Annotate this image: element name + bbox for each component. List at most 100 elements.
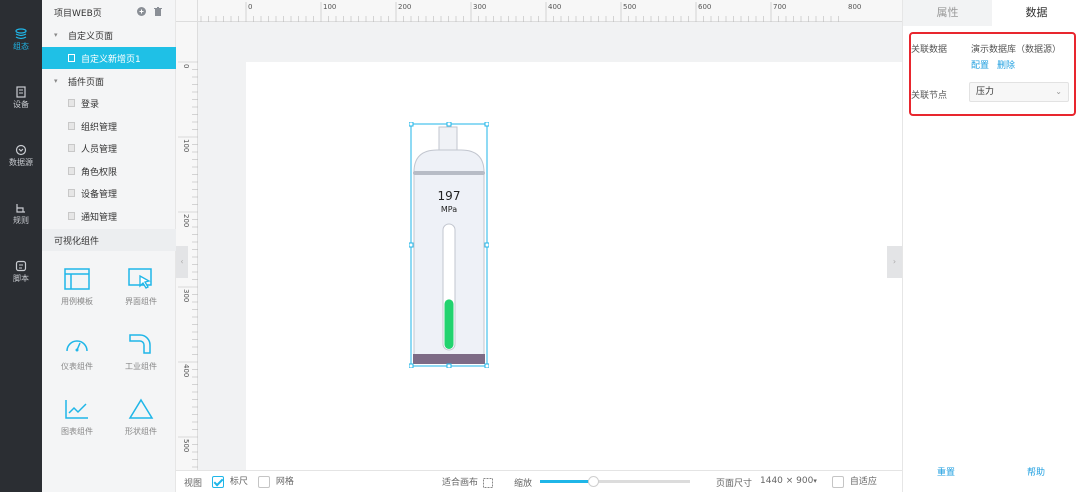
reset-button[interactable]: 重置 xyxy=(937,465,955,478)
group-label: 自定义页面 xyxy=(68,31,114,42)
nav-item-rule[interactable]: 规则 xyxy=(0,202,42,246)
ruler-tick-label: 100 xyxy=(323,3,336,11)
tree-item-org[interactable]: 组织管理 xyxy=(42,115,176,137)
tree-item-custom-page-1[interactable]: 自定义新增页1 xyxy=(42,47,176,69)
zoom-slider-fill xyxy=(540,480,593,483)
script-icon xyxy=(15,260,27,272)
page-icon xyxy=(68,189,75,197)
fit-screen-icon xyxy=(482,477,493,488)
component-chart[interactable]: 图表组件 xyxy=(50,398,104,458)
component-gauge[interactable]: 仪表组件 xyxy=(50,333,104,393)
design-canvas[interactable]: 197 MPa xyxy=(246,62,902,470)
related-node-select[interactable]: 压力 ⌄ xyxy=(969,82,1069,102)
tree-group-custom[interactable]: ▾ 自定义页面 xyxy=(42,24,176,46)
nav-item-configuration[interactable]: 组态 xyxy=(0,28,42,72)
ruler-tick-label: 100 xyxy=(182,139,190,152)
tank-base xyxy=(413,354,485,364)
nav-label: 规则 xyxy=(13,216,29,225)
nav-item-script[interactable]: 脚本 xyxy=(0,260,42,304)
nav-item-datasource[interactable]: 数据源 xyxy=(0,144,42,188)
ruler-toggle[interactable]: 标尺 xyxy=(212,474,248,488)
component-template[interactable]: 用例模板 xyxy=(50,268,104,328)
ruler-tick-label: 0 xyxy=(182,64,190,68)
page-icon xyxy=(68,99,75,107)
level-fill xyxy=(444,299,454,349)
tree-group-plugin[interactable]: ▾ 插件页面 xyxy=(42,70,176,92)
pressure-tank-widget[interactable]: 197 MPa xyxy=(409,122,489,368)
ruler-tick-label: 400 xyxy=(182,364,190,377)
nav-label: 脚本 xyxy=(13,274,29,283)
related-data-label: 关联数据 xyxy=(911,45,948,55)
caret-down-icon: ▾ xyxy=(54,31,58,39)
help-button[interactable]: 帮助 xyxy=(1027,465,1045,478)
nav-label: 组态 xyxy=(13,42,29,51)
rule-icon xyxy=(16,204,25,213)
caret-down-icon: ▾ xyxy=(54,77,58,85)
line-chart-icon xyxy=(65,400,88,419)
page-size-label: 页面尺寸 xyxy=(716,479,753,489)
page-icon xyxy=(68,122,75,130)
component-industrial[interactable]: 工业组件 xyxy=(114,333,168,393)
zoom-slider-knob[interactable] xyxy=(587,476,599,487)
component-ui[interactable]: 界面组件 xyxy=(114,268,168,328)
fit-label: 适合画布 xyxy=(442,478,479,488)
ruler-corner xyxy=(176,0,198,22)
component-shape[interactable]: 形状组件 xyxy=(114,398,168,458)
triangle-icon xyxy=(128,398,154,419)
project-title: 项目WEB页 xyxy=(54,8,102,19)
ruler-tick-label: 800 xyxy=(848,3,861,11)
gauge-value: 197 xyxy=(438,189,461,203)
ruler-checkbox[interactable] xyxy=(212,475,224,488)
collapse-right-button[interactable]: › xyxy=(887,246,902,278)
ruler-tick-label: 200 xyxy=(398,3,411,11)
tab-properties[interactable]: 属性 xyxy=(903,0,992,26)
tree-item-label: 自定义新增页1 xyxy=(81,54,141,65)
main-nav: 组态 设备 数据源 规则 脚本 xyxy=(0,0,42,492)
related-data-value: 演示数据库（数据源） xyxy=(971,45,1062,55)
config-link[interactable]: 配置 xyxy=(971,58,989,71)
page-size-select[interactable]: 1440 × 900▾ xyxy=(760,476,817,486)
trash-icon[interactable] xyxy=(154,7,162,16)
nav-item-device[interactable]: 设备 xyxy=(0,86,42,130)
ruler-label: 标尺 xyxy=(229,477,248,487)
related-node-label: 关联节点 xyxy=(911,91,948,101)
chevron-down-icon: ⌄ xyxy=(1055,87,1062,96)
ruler-tick-label: 400 xyxy=(548,3,561,11)
components-section-title: 可视化组件 xyxy=(42,229,176,251)
ruler-tick-label: 500 xyxy=(182,439,190,452)
pipe-icon xyxy=(129,334,151,354)
app-root: 组态 设备 数据源 规则 脚本 项目WEB页 ▾ 自定义页面 自定义新增页1 ▾… xyxy=(0,0,1081,492)
add-icon[interactable] xyxy=(137,7,146,16)
fit-canvas-button[interactable]: 适合画布 xyxy=(442,475,493,488)
datasource-icon xyxy=(15,144,27,156)
gauge-unit: MPa xyxy=(441,205,457,214)
tank-neck xyxy=(438,126,458,152)
tank-band xyxy=(413,171,485,175)
project-header: 项目WEB页 xyxy=(42,0,176,24)
tree-item-device-mgmt[interactable]: 设备管理 xyxy=(42,182,176,204)
grid-label: 网格 xyxy=(275,477,294,487)
panel-tabs: 属性 数据 xyxy=(903,0,1081,26)
component-label: 工业组件 xyxy=(125,362,157,371)
adaptive-checkbox[interactable] xyxy=(832,475,844,488)
delete-link[interactable]: 删除 xyxy=(997,58,1015,71)
zoom-slider[interactable] xyxy=(540,476,690,487)
ruler-tick-label: 300 xyxy=(182,289,190,302)
tree-item-notify[interactable]: 通知管理 xyxy=(42,205,176,227)
layers-icon xyxy=(15,28,27,40)
grid-toggle[interactable]: 网格 xyxy=(258,474,294,488)
tree-item-label: 登录 xyxy=(81,99,100,110)
grid-checkbox[interactable] xyxy=(258,475,270,488)
adaptive-toggle[interactable]: 自适应 xyxy=(832,474,877,488)
collapse-left-button[interactable]: ‹ xyxy=(176,246,188,278)
page-icon xyxy=(68,144,75,152)
tree-item-staff[interactable]: 人员管理 xyxy=(42,137,176,159)
tree-item-login[interactable]: 登录 xyxy=(42,92,176,114)
tree-item-label: 人员管理 xyxy=(81,144,118,155)
tree-item-roles[interactable]: 角色权限 xyxy=(42,160,176,182)
component-label: 图表组件 xyxy=(61,427,93,436)
ruler-tick-label: 700 xyxy=(773,3,786,11)
gauge-icon xyxy=(66,340,88,352)
tab-data[interactable]: 数据 xyxy=(992,0,1081,26)
ruler-top: 0 100 200 300 400 500 600 700 800 xyxy=(198,0,902,22)
